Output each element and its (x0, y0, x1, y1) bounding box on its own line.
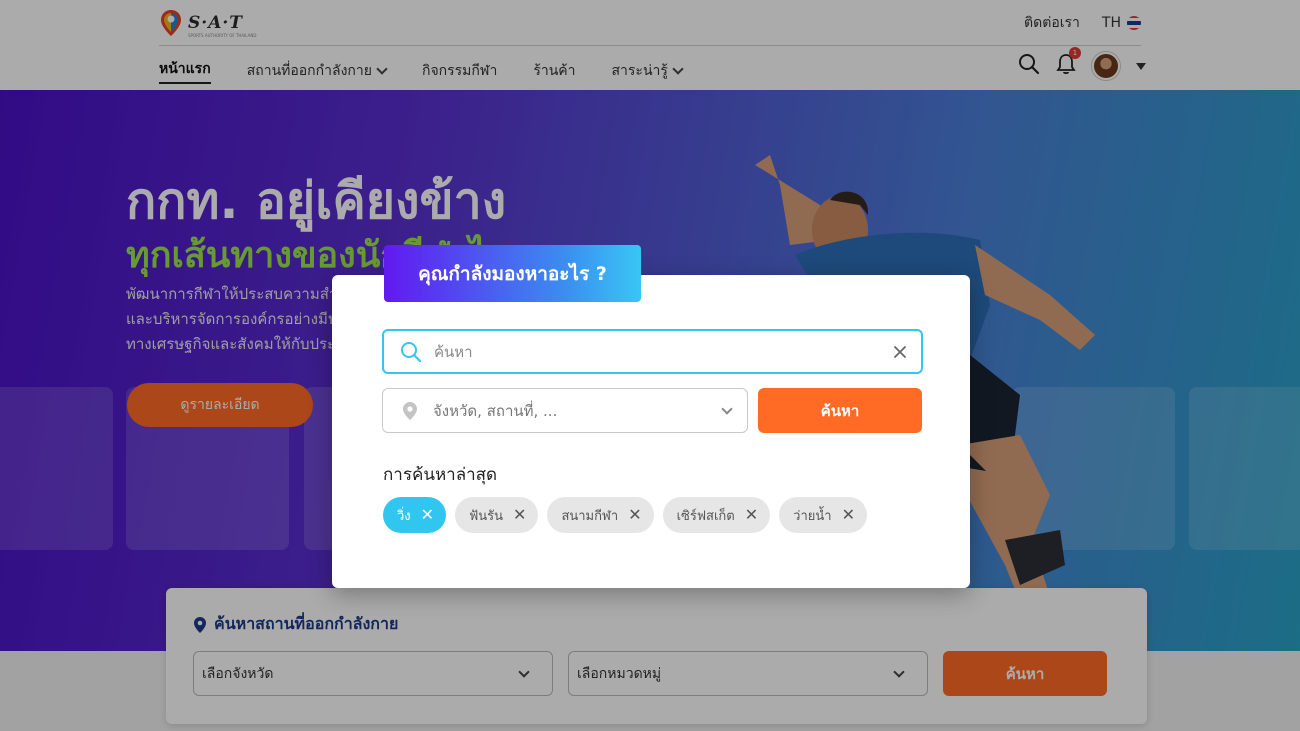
sport-tile (1189, 387, 1300, 550)
nav-item-label: สาระน่ารู้ (611, 63, 668, 79)
language-label: TH (1101, 15, 1121, 31)
location-pin-icon (194, 616, 206, 633)
hero-details-button[interactable]: ดูรายละเอียด (127, 383, 313, 427)
venue-search-title-text: ค้นหาสถานที่ออกกำลังกาย (214, 614, 399, 633)
recent-chip[interactable]: ว่ายน้ำ ✕ (779, 497, 867, 533)
recent-chip-label: สนามกีฬา (561, 508, 619, 524)
recent-chip[interactable]: ฟันรัน ✕ (455, 497, 539, 533)
chevron-down-icon (672, 63, 684, 75)
caret-down-icon[interactable] (1136, 62, 1146, 70)
nav-item-venues[interactable]: สถานที่ออกกำลังกาย (246, 58, 388, 84)
recent-chip[interactable]: สนามกีฬา ✕ (547, 497, 654, 533)
site-header: S·A·T SPORTS AUTHORITY OF THAILAND ติดต่… (0, 0, 1300, 90)
nav-item-knowledge[interactable]: สาระน่ารู้ (611, 58, 684, 84)
hero-desc-line: ทางเศรษฐกิจและสังคมให้กับประเทศ (126, 335, 356, 353)
close-icon[interactable]: ✕ (842, 507, 855, 523)
search-input[interactable] (434, 342, 893, 361)
logo-tagline: SPORTS AUTHORITY OF THAILAND (188, 33, 257, 38)
venue-search-button[interactable]: ค้นหา (943, 651, 1107, 696)
recent-chip-label: ว่ายน้ำ (793, 508, 832, 524)
logo-pin-icon (160, 9, 182, 37)
hero-description: พัฒนาการกีฬาให้ประสบความสำเร็จ และบริหาร… (126, 282, 356, 357)
close-icon[interactable]: ✕ (745, 507, 758, 523)
main-nav: หน้าแรก สถานที่ออกกำลังกาย กิจกรรมกีฬา ร… (159, 58, 718, 84)
category-select-label: เลือกหมวดหมู่ (577, 665, 662, 682)
nav-item-label: กิจกรรมกีฬา (421, 63, 498, 79)
modal-title-tab: คุณกำลังมองหาอะไร ? (384, 245, 641, 302)
location-placeholder: จังหวัด, สถานที่, ... (433, 401, 558, 420)
close-icon[interactable]: ✕ (513, 507, 526, 523)
search-icon[interactable] (1018, 53, 1040, 79)
sport-tile (0, 387, 113, 550)
recent-chip-label: ฟันรัน (469, 508, 504, 524)
recent-chip-label: วิ่ง (397, 508, 411, 524)
recent-chip-label: เซิร์ฟสเก็ต (676, 508, 735, 524)
province-select-label: เลือกจังหวัด (202, 665, 274, 682)
avatar[interactable] (1092, 52, 1120, 80)
thai-flag-icon (1127, 16, 1141, 30)
recent-chip[interactable]: วิ่ง ✕ (383, 497, 447, 533)
search-modal: จังหวัด, สถานที่, ... ค้นหา การค้นหาล่าส… (332, 275, 970, 588)
location-select[interactable]: จังหวัด, สถานที่, ... (382, 388, 748, 433)
sat-logo[interactable]: S·A·T SPORTS AUTHORITY OF THAILAND (160, 9, 256, 38)
search-field[interactable] (382, 329, 923, 374)
category-select[interactable]: เลือกหมวดหมู่ (568, 651, 928, 696)
recent-searches-title: การค้นหาล่าสุด (383, 465, 498, 485)
province-select[interactable]: เลือกจังหวัด (193, 651, 553, 696)
contact-link[interactable]: ติดต่อเรา (1024, 12, 1080, 34)
chevron-down-icon (893, 665, 905, 678)
search-icon (401, 341, 422, 362)
close-icon[interactable]: ✕ (628, 507, 641, 523)
chevron-down-icon (518, 665, 530, 678)
notification-button[interactable]: 1 (1056, 47, 1081, 79)
chevron-down-icon (376, 63, 388, 75)
location-pin-icon (403, 401, 417, 420)
venue-search-title: ค้นหาสถานที่ออกกำลังกาย (194, 612, 398, 637)
notification-badge: 1 (1069, 47, 1081, 59)
nav-item-activities[interactable]: กิจกรรมกีฬา (422, 58, 497, 84)
clear-icon[interactable] (893, 345, 907, 359)
language-switcher[interactable]: TH (1102, 15, 1141, 31)
recent-chip[interactable]: เซิร์ฟสเก็ต ✕ (662, 497, 771, 533)
hero-desc-line: และบริหารจัดการองค์กรอย่างมีประสิทธิภาพ (126, 310, 356, 328)
nav-item-home[interactable]: หน้าแรก (159, 58, 211, 84)
venue-search-panel: ค้นหาสถานที่ออกกำลังกาย เลือกจังหวัด เลื… (166, 588, 1147, 724)
recent-searches-list: วิ่ง ✕ ฟันรัน ✕ สนามกีฬา ✕ เซิร์ฟสเก็ต ✕… (383, 497, 867, 533)
logo-text: S·A·T (188, 13, 243, 33)
nav-item-label: สถานที่ออกกำลังกาย (246, 63, 372, 79)
nav-item-label: ร้านค้า (533, 63, 576, 79)
close-icon[interactable]: ✕ (421, 507, 434, 523)
modal-search-button[interactable]: ค้นหา (758, 388, 922, 433)
nav-item-label: หน้าแรก (159, 61, 211, 77)
hero-desc-line: พัฒนาการกีฬาให้ประสบความสำเร็จ (126, 285, 356, 303)
header-divider (159, 45, 1141, 46)
chevron-down-icon (721, 402, 733, 415)
nav-item-shop[interactable]: ร้านค้า (533, 58, 575, 84)
